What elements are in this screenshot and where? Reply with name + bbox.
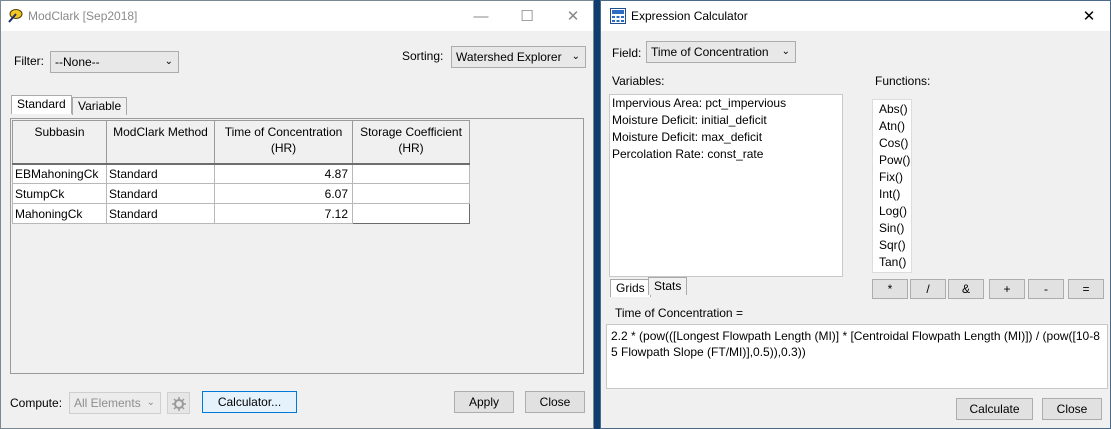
apply-button[interactable]: Apply: [454, 391, 514, 413]
close-icon: ✕: [1082, 8, 1096, 25]
filter-value: --None--: [55, 55, 100, 69]
cell-method[interactable]: Standard: [106, 203, 215, 224]
calculator-titlebar[interactable]: Expression Calculator ✕: [601, 1, 1110, 31]
cell-subbasin[interactable]: EBMahoningCk: [12, 163, 107, 184]
column-header-method[interactable]: ModClark Method: [106, 120, 215, 165]
subbasin-table: Subbasin ModClark Method Time of Concent…: [12, 120, 470, 224]
functions-list[interactable]: Abs() Atn() Cos() Pow() Fix() Int() Log(…: [872, 99, 912, 273]
list-item[interactable]: Tan(): [873, 254, 911, 271]
cell-subbasin[interactable]: StumpCk: [12, 183, 107, 204]
table-row: StumpCk Standard 6.07: [12, 183, 470, 204]
minimize-button[interactable]: —: [459, 1, 503, 31]
cell-storage[interactable]: [352, 203, 470, 224]
list-item[interactable]: Impervious Area: pct_impervious: [610, 95, 842, 112]
hms-wand-icon: [8, 9, 23, 23]
tab-grids[interactable]: Grids: [610, 279, 651, 297]
filter-select[interactable]: --None-- ⌄: [50, 51, 179, 73]
operator-minus-button[interactable]: -: [1028, 279, 1064, 299]
list-item[interactable]: Moisture Deficit: max_deficit: [610, 129, 842, 146]
modclark-titlebar[interactable]: ModClark [Sep2018] — ☐ ✕: [1, 1, 593, 31]
close-calculator-dialog-button[interactable]: Close: [1042, 398, 1102, 420]
tab-standard[interactable]: Standard: [11, 95, 72, 114]
cell-storage[interactable]: [352, 163, 470, 184]
compute-gear-icon: [171, 397, 186, 411]
expression-textarea[interactable]: 2.2 * (pow(([Longest Flowpath Length (MI…: [606, 324, 1108, 389]
cell-method[interactable]: Standard: [106, 183, 215, 204]
variables-list[interactable]: Impervious Area: pct_impervious Moisture…: [609, 94, 843, 277]
field-select[interactable]: Time of Concentration ⌄: [646, 41, 796, 63]
list-item[interactable]: Atn(): [873, 118, 911, 135]
compute-value: All Elements: [74, 396, 141, 410]
tab-panel: Subbasin ModClark Method Time of Concent…: [10, 118, 584, 374]
close-button[interactable]: Close: [525, 391, 585, 413]
window-title: ModClark [Sep2018]: [28, 9, 138, 23]
cell-toc[interactable]: 7.12: [214, 203, 353, 224]
cell-method[interactable]: Standard: [106, 163, 215, 184]
cell-storage[interactable]: [352, 183, 470, 204]
calculator-button[interactable]: Calculator...: [202, 391, 297, 413]
tab-variable[interactable]: Variable: [72, 97, 128, 115]
list-item[interactable]: Cos(): [873, 135, 911, 152]
table-row: MahoningCk Standard 7.12: [12, 203, 470, 224]
chevron-down-icon: ⌄: [571, 51, 580, 62]
list-item[interactable]: Abs(): [873, 101, 911, 118]
list-item[interactable]: Sin(): [873, 220, 911, 237]
cell-toc[interactable]: 6.07: [214, 183, 353, 204]
compute-button[interactable]: [167, 392, 190, 414]
list-item[interactable]: Percolation Rate: const_rate: [610, 146, 842, 163]
operator-plus-button[interactable]: +: [989, 279, 1025, 299]
tab-stats[interactable]: Stats: [648, 277, 688, 295]
operator-equals-button[interactable]: =: [1068, 279, 1104, 299]
field-label: Field:: [612, 46, 642, 60]
chevron-down-icon: ⌄: [146, 397, 155, 408]
operator-multiply-button[interactable]: *: [872, 279, 908, 299]
column-header-storage[interactable]: Storage Coefficient (HR): [352, 120, 470, 165]
list-item[interactable]: Fix(): [873, 169, 911, 186]
calculate-button[interactable]: Calculate: [956, 398, 1033, 420]
compute-label: Compute:: [10, 396, 63, 410]
list-item[interactable]: Pow(): [873, 152, 911, 169]
sorting-value: Watershed Explorer: [456, 50, 562, 64]
field-value: Time of Concentration: [651, 45, 769, 59]
operator-divide-button[interactable]: /: [910, 279, 946, 299]
modclark-window: ModClark [Sep2018] — ☐ ✕ Filter: --None-…: [0, 0, 594, 429]
minimize-icon: —: [473, 7, 489, 25]
calculator-title: Expression Calculator: [631, 9, 748, 23]
functions-panel: Abs() Atn() Cos() Pow() Fix() Int() Log(…: [872, 94, 1110, 274]
variables-label: Variables:: [612, 74, 665, 88]
expression-calculator-window: Expression Calculator ✕ Field: Time of C…: [600, 0, 1111, 429]
table-row: EBMahoningCk Standard 4.87: [12, 163, 470, 184]
list-item[interactable]: Sqr(): [873, 237, 911, 254]
close-calculator-button[interactable]: ✕: [1067, 1, 1111, 31]
close-icon: ✕: [566, 8, 580, 25]
close-window-button[interactable]: ✕: [551, 1, 595, 31]
expression-label: Time of Concentration =: [615, 306, 743, 320]
column-header-subbasin[interactable]: Subbasin: [12, 120, 107, 165]
column-header-toc[interactable]: Time of Concentration (HR): [214, 120, 353, 165]
filter-label: Filter:: [14, 54, 44, 68]
list-item[interactable]: Int(): [873, 186, 911, 203]
chevron-down-icon: ⌄: [781, 46, 790, 57]
operator-concat-button[interactable]: &: [948, 279, 984, 299]
list-item[interactable]: Moisture Deficit: initial_deficit: [610, 112, 842, 129]
functions-label: Functions:: [875, 74, 931, 88]
maximize-button[interactable]: ☐: [505, 1, 549, 31]
calculator-grid-icon: [610, 8, 626, 24]
compute-select[interactable]: All Elements ⌄: [69, 392, 161, 414]
cell-subbasin[interactable]: MahoningCk: [12, 203, 107, 224]
cell-toc[interactable]: 4.87: [214, 163, 353, 184]
sorting-select[interactable]: Watershed Explorer ⌄: [451, 46, 586, 68]
chevron-down-icon: ⌄: [164, 56, 173, 67]
sorting-label: Sorting:: [402, 49, 444, 63]
maximize-icon: ☐: [520, 8, 534, 25]
list-item[interactable]: Log(): [873, 203, 911, 220]
table-header-row: Subbasin ModClark Method Time of Concent…: [12, 120, 470, 165]
